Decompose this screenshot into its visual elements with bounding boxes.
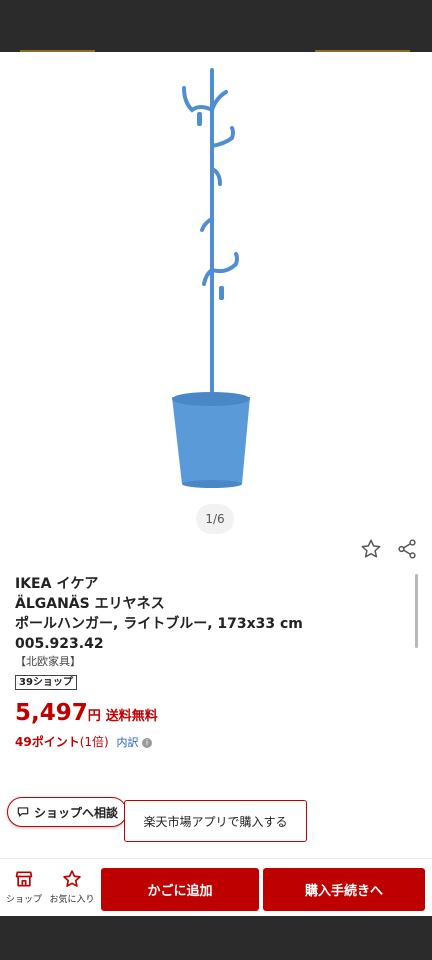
app-buy-button[interactable]: 楽天市場アプリで購入する (124, 800, 307, 842)
favorite-star-icon[interactable] (360, 538, 382, 564)
app-buy-label: 楽天市場アプリで購入する (143, 814, 288, 829)
shop-consult-label: ショップへ相談 (33, 805, 118, 820)
system-nav-bar (0, 916, 432, 960)
bottom-action-bar: ショップ お気に入り かごに追加 購入手続きへ (0, 858, 432, 917)
product-image[interactable] (0, 52, 432, 502)
free-shipping-label: 送料無料 (105, 709, 158, 724)
shop-nav-label: ショップ (5, 895, 42, 905)
share-icon[interactable] (396, 538, 418, 564)
title-line-description: ポールハンガー, ライトブルー, 173x33 cm (15, 616, 303, 632)
product-title: IKEA イケア ÄLGANÄS エリヤネス ポールハンガー, ライトブルー, … (15, 574, 405, 654)
star-outline-icon (63, 870, 81, 887)
title-line-article-number: 005.923.42 (15, 636, 104, 652)
points-multiplier: (1倍) (79, 735, 109, 749)
favorite-nav-button[interactable]: お気に入り (48, 869, 96, 905)
store-icon (15, 871, 33, 887)
title-line-brand: IKEA イケア (15, 576, 99, 592)
points-row: 49ポイント(1倍) 内訳 i (15, 733, 153, 750)
shop-consult-button[interactable]: ショップへ相談 (7, 797, 127, 827)
add-to-cart-label: かごに追加 (147, 884, 213, 899)
coat-stand-illustration (172, 68, 250, 488)
status-bar (0, 0, 432, 52)
price-value: 5,497 (15, 700, 88, 726)
points-value: 49ポイント (15, 735, 80, 749)
title-line-name: ÄLGANÄS エリヤネス (15, 596, 165, 612)
add-to-cart-button[interactable]: かごに追加 (101, 868, 259, 911)
checkout-button[interactable]: 購入手続きへ (263, 868, 425, 911)
category-label: 【北欧家具】 (15, 655, 81, 668)
currency-label: 円 (87, 709, 101, 724)
points-detail-link[interactable]: 内訳 i (117, 736, 153, 749)
price-row: 5,497円 送料無料 (15, 700, 158, 726)
shop-nav-button[interactable]: ショップ (2, 869, 46, 905)
info-icon: i (142, 738, 153, 748)
checkout-label: 購入手続きへ (304, 884, 383, 899)
scrollbar[interactable] (415, 574, 418, 648)
chat-icon (17, 807, 29, 817)
points-detail-label: 内訳 (116, 736, 139, 749)
favorite-nav-label: お気に入り (49, 895, 95, 905)
image-pager: 1/6 (196, 504, 234, 534)
shop-39-badge: 39ショップ (15, 675, 77, 690)
